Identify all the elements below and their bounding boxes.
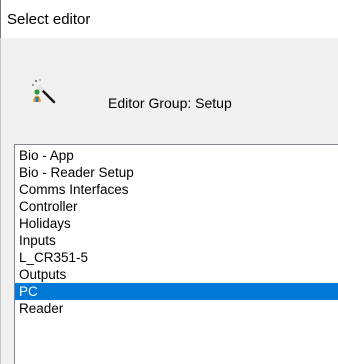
editor-listbox[interactable]: Bio - App Bio - Reader Setup Comms Interfa… <box>14 144 338 364</box>
title-bar[interactable]: Select editor <box>0 0 338 38</box>
magic-wand-icon <box>32 79 56 104</box>
list-item[interactable]: Bio - Reader Setup <box>15 164 338 181</box>
list-item[interactable]: Outputs <box>15 266 338 283</box>
editor-group-label: Editor Group: Setup <box>108 95 232 111</box>
window-title: Select editor <box>7 11 91 28</box>
list-item[interactable]: Bio - App <box>15 147 338 164</box>
list-item[interactable]: L_CR351-5 <box>15 249 338 266</box>
list-item[interactable]: Controller <box>15 198 338 215</box>
list-item[interactable]: Comms Interfaces <box>15 181 338 198</box>
list-item[interactable]: Holidays <box>15 215 338 232</box>
list-item[interactable]: PC <box>15 283 338 300</box>
select-editor-window: Select editor Editor Group: Setup Bio - … <box>0 0 338 364</box>
list-item[interactable]: Reader <box>15 300 338 317</box>
list-item[interactable]: Inputs <box>15 232 338 249</box>
